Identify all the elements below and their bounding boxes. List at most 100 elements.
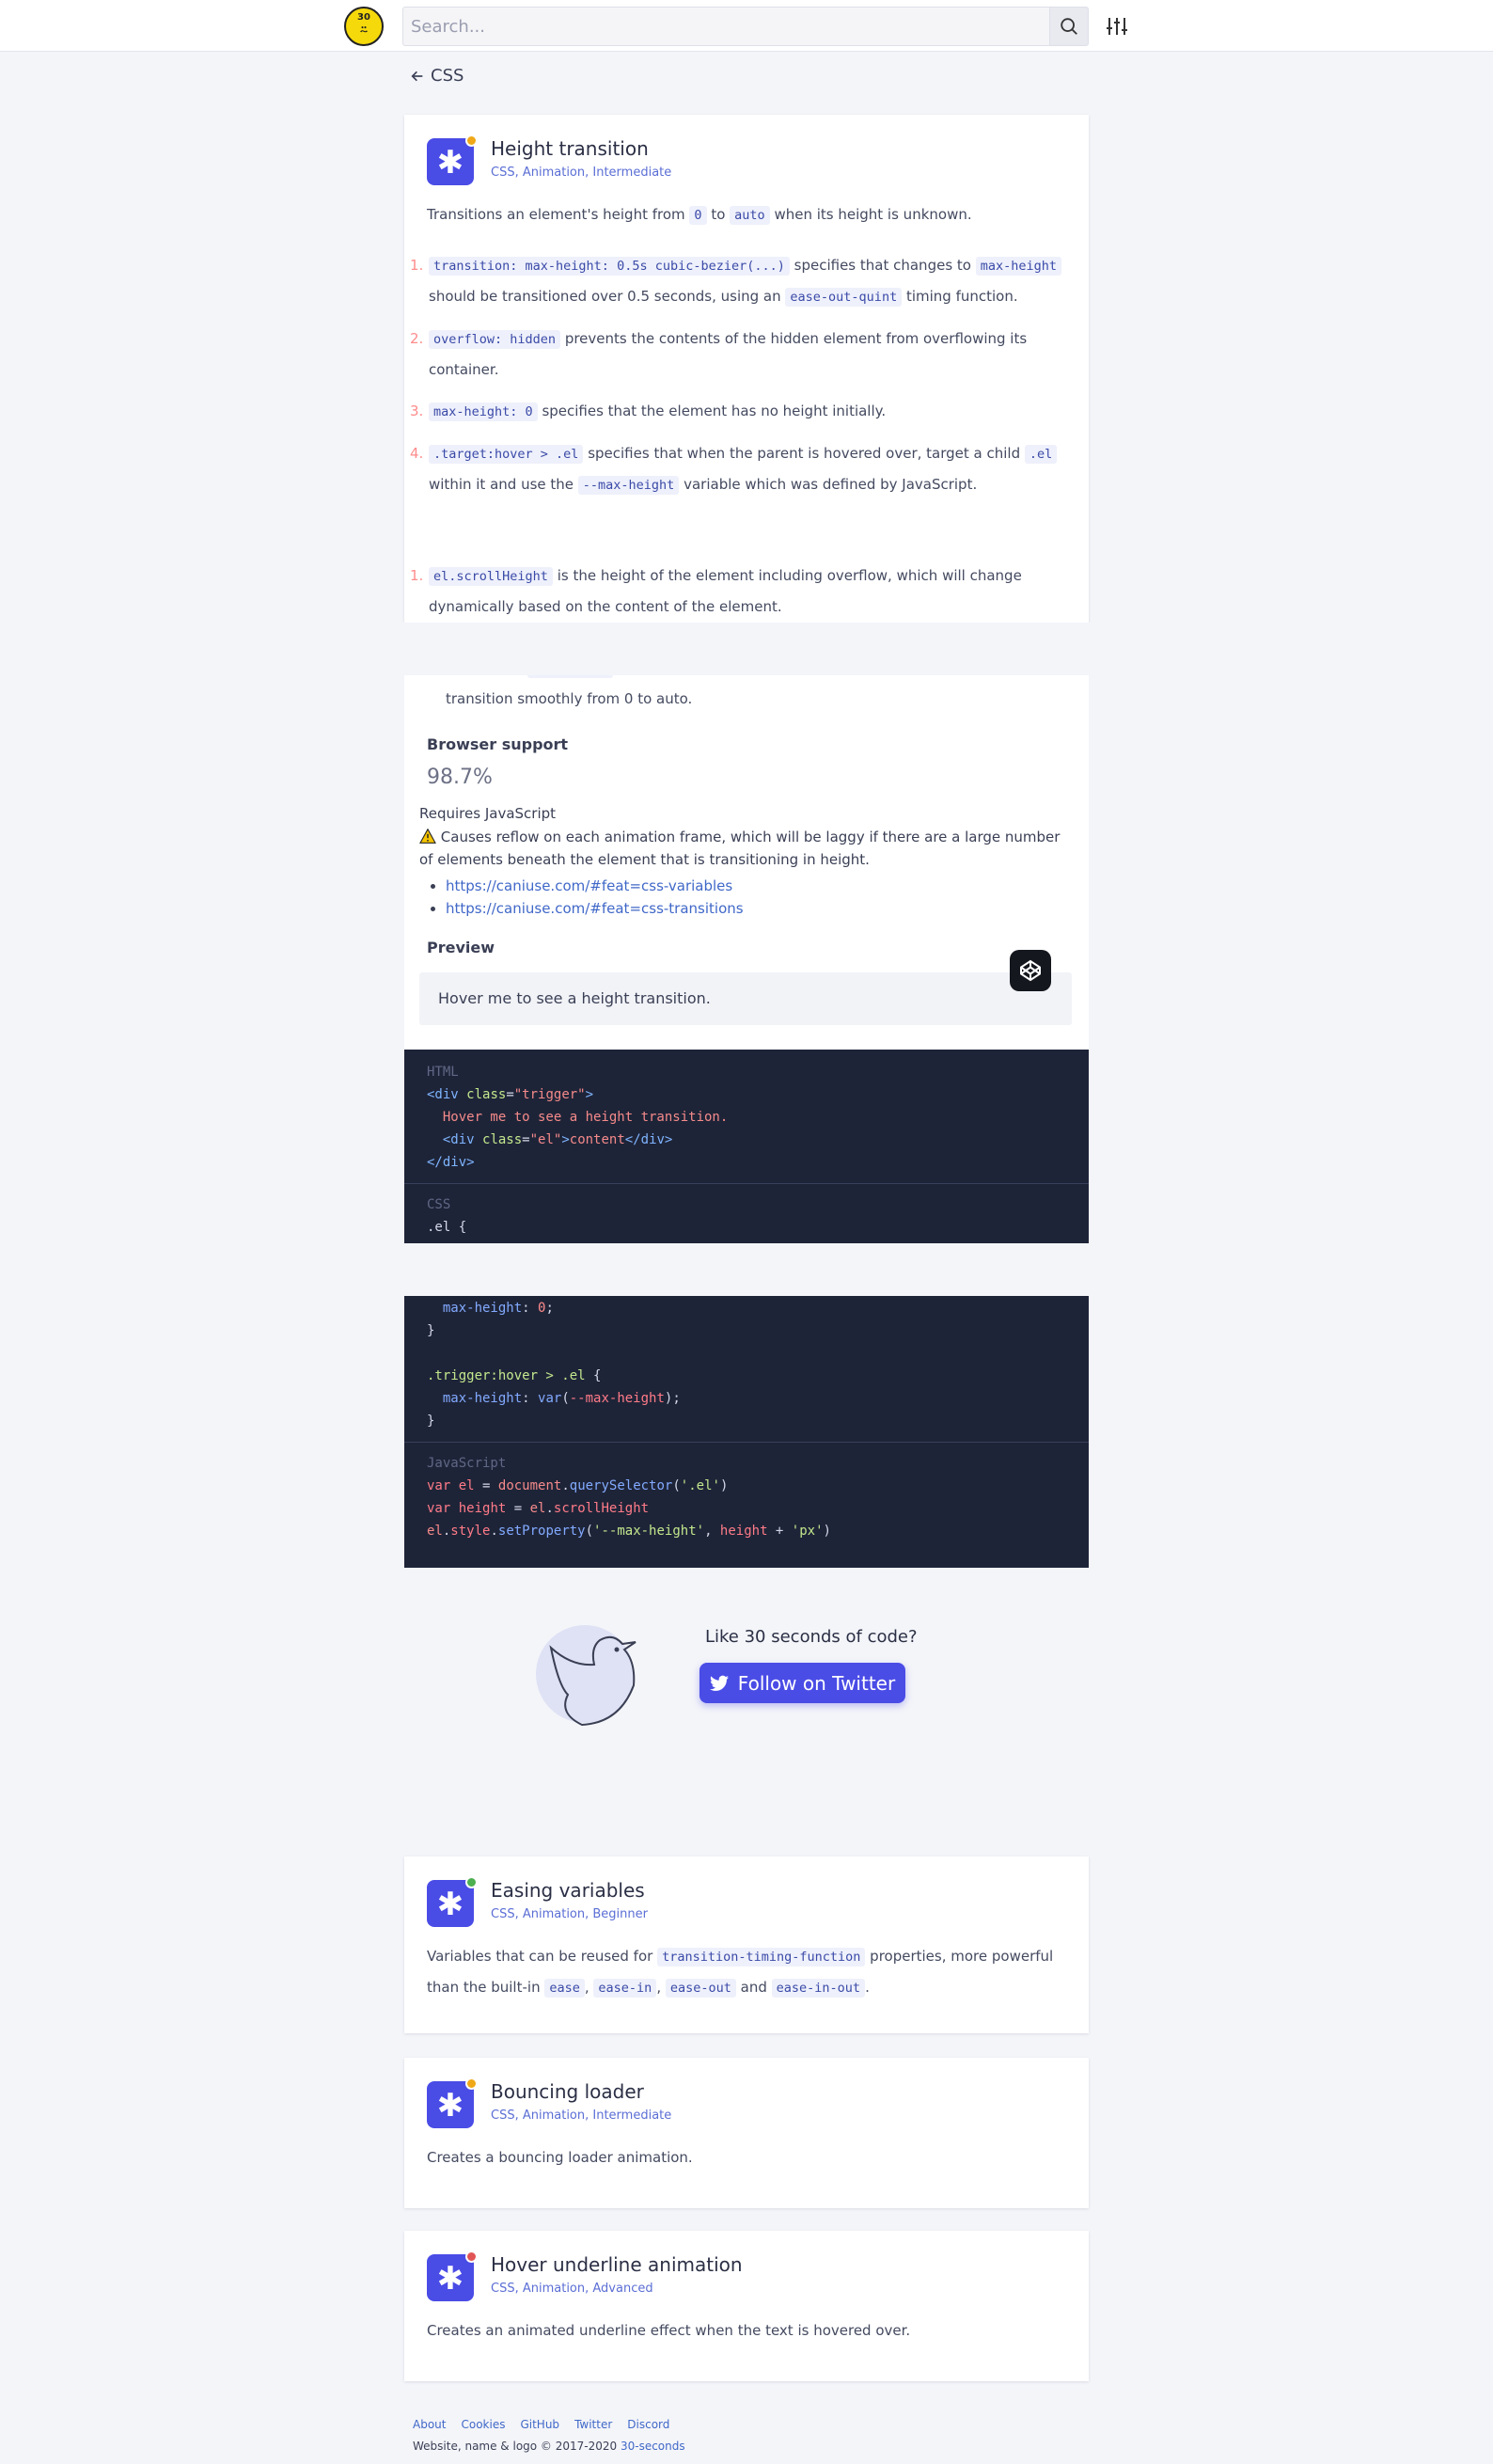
inline-text: Variables that can be reused for	[427, 1948, 658, 1965]
inline-text: should be transitioned over 0.5 seconds,…	[429, 288, 786, 305]
snippet-description: Transitions an element's height from 0 t…	[427, 206, 972, 225]
related-snippet-title[interactable]: Hover underline animation	[491, 2253, 743, 2276]
related-snippet-card[interactable]: ✱ Hover underline animation CSS, Animation…	[404, 2231, 1089, 2381]
related-snippet-tags[interactable]: CSS, Animation, Beginner	[491, 1907, 648, 1921]
inline-code: max-height: 0	[429, 403, 538, 421]
code-label-js: JavaScript	[427, 1456, 507, 1471]
footer-link-cookies[interactable]: Cookies	[461, 2418, 505, 2431]
related-snippet-title[interactable]: Easing variables	[491, 1879, 645, 1902]
search-button[interactable]	[1049, 7, 1089, 46]
code-label-html: HTML	[427, 1065, 459, 1080]
follow-twitter-label: Follow on Twitter	[737, 1671, 896, 1695]
related-snippet-description: Creates a bouncing loader animation.	[427, 2142, 1066, 2172]
related-snippet-description: Variables that can be reused for transit…	[427, 1941, 1066, 2003]
js-code[interactable]: var el = document.querySelector('.el') v…	[404, 1475, 1089, 1542]
filter-button[interactable]	[1102, 11, 1132, 41]
support-link-item: https://caniuse.com/#feat=css-variables	[446, 875, 744, 897]
support-link-item: https://caniuse.com/#feat=css-transition…	[446, 897, 744, 920]
inline-code: transition-timing-function	[657, 1948, 866, 1966]
codepen-button[interactable]	[1010, 950, 1051, 991]
inline-code: --max-height	[577, 476, 680, 495]
related-snippet-description: Creates an animated underline effect whe…	[427, 2315, 1066, 2346]
inline-text: Creates an animated underline effect whe…	[427, 2322, 911, 2339]
snippet-icon: ✱	[427, 134, 478, 185]
footer-link-twitter[interactable]: Twitter	[574, 2418, 612, 2431]
preview-label: Preview	[427, 939, 495, 956]
css-code[interactable]: max-height: 0; } .trigger:hover > .el { …	[404, 1297, 1089, 1432]
promo-question: Like 30 seconds of code?	[705, 1627, 918, 1647]
step-number: 1.	[410, 257, 424, 274]
code-block-css-js: max-height: 0; } .trigger:hover > .el { …	[404, 1296, 1089, 1568]
preview-area[interactable]: Hover me to see a height transition.	[419, 972, 1072, 1025]
inline-text: specifies that the element has no height…	[537, 403, 887, 419]
related-snippet-card[interactable]: ✱ Bouncing loader CSS, Animation, Intermed…	[404, 2058, 1089, 2208]
footer-link-about[interactable]: About	[413, 2418, 446, 2431]
section-gap-top	[0, 623, 1493, 675]
top-bar: 30 ⍨	[0, 0, 1493, 52]
inline-code: overflow: hidden	[429, 330, 561, 349]
footer-links: About Cookies GitHub Twitter Discord	[413, 2418, 669, 2431]
copyright: Website, name & logo © 2017-2020 30-seco…	[413, 2440, 685, 2453]
related-snippet-title[interactable]: Bouncing loader	[491, 2080, 644, 2103]
snippet-tags[interactable]: CSS, Animation, Intermediate	[491, 166, 671, 180]
step-number: 2.	[410, 330, 424, 347]
inline-text: Creates a bouncing loader animation.	[427, 2149, 693, 2166]
step-item: 1. transition: max-height: 0.5s cubic-bez…	[410, 250, 1066, 312]
step-item: 2. overflow: hidden prevents the contents…	[410, 324, 1066, 385]
related-snippet-tags[interactable]: CSS, Animation, Advanced	[491, 2282, 653, 2296]
search-icon	[1061, 18, 1077, 35]
warning-note: Causes reflow on each animation frame, w…	[419, 826, 1077, 871]
inline-text: within it and use the	[429, 476, 578, 493]
site-logo[interactable]: 30 ⍨	[344, 7, 384, 46]
footer-link-github[interactable]: GitHub	[520, 2418, 559, 2431]
snippet-icon: ✱	[427, 2077, 478, 2128]
related-snippet-tags[interactable]: CSS, Animation, Intermediate	[491, 2109, 671, 2123]
inline-code: max-height	[975, 257, 1062, 276]
back-link[interactable]: CSS	[410, 66, 464, 86]
css-steps-list: 1. transition: max-height: 0.5s cubic-bez…	[410, 250, 1066, 512]
browser-support-percentage: 98.7%	[427, 766, 493, 789]
inline-text: variable which was defined by JavaScript…	[679, 476, 978, 493]
sliders-icon	[1107, 18, 1127, 35]
related-snippet-card[interactable]: ✱ Easing variables CSS, Animation, Beginne…	[404, 1856, 1089, 2033]
inline-text: .	[865, 1979, 870, 1996]
inline-code: .el	[1024, 445, 1058, 464]
bird-illustration	[536, 1625, 636, 1727]
snippet-icon: ✱	[427, 2251, 478, 2301]
inline-text: timing function.	[902, 288, 1018, 305]
inline-text: specifies that when the parent is hovere…	[583, 445, 1025, 462]
inline-text: specifies that changes to	[789, 257, 976, 274]
caniuse-css-transitions-link[interactable]: https://caniuse.com/#feat=css-transition…	[446, 900, 744, 917]
step-number: 3.	[410, 403, 424, 419]
inline-code: .target:hover > .el	[429, 445, 584, 464]
inline-text: and	[735, 1979, 772, 1996]
twitter-icon	[709, 1675, 729, 1691]
step-item: 1. el.scrollHeight is the height of the e…	[410, 561, 1066, 622]
snippet-icon: ✱	[427, 1876, 478, 1927]
logo-glyph: ⍨	[359, 22, 369, 39]
snippet-card: ✱ Height transition CSS, Animation, Inte…	[404, 115, 1089, 623]
inline-text: ,	[584, 1979, 594, 1996]
step-item: 4. .target:hover > .el specifies that whe…	[410, 438, 1066, 500]
step-item: 3. max-height: 0 specifies that the eleme…	[410, 396, 1066, 427]
step-number: 4.	[410, 445, 424, 462]
follow-twitter-button[interactable]: Follow on Twitter	[699, 1663, 905, 1703]
warning-text: Causes reflow on each animation frame, w…	[419, 829, 1061, 868]
copyright-text: Website, name & logo © 2017-2020	[413, 2440, 621, 2453]
difficulty-dot	[465, 134, 478, 147]
section-gap-2	[0, 1243, 1493, 1296]
footer-link-discord[interactable]: Discord	[627, 2418, 669, 2431]
browser-support-label: Browser support	[427, 735, 569, 753]
code-label-css: CSS	[427, 1197, 451, 1212]
step-number: 1.	[410, 567, 424, 584]
search-input[interactable]	[403, 8, 1050, 45]
js-steps-list: 1. el.scrollHeight is the height of the e…	[410, 561, 1066, 623]
support-links: https://caniuse.com/#feat=css-variables …	[446, 875, 744, 920]
html-code[interactable]: <div class="trigger"> Hover me to see a …	[404, 1083, 1089, 1174]
back-link-label: CSS	[431, 66, 464, 86]
copyright-link[interactable]: 30-seconds	[621, 2440, 685, 2453]
caniuse-css-variables-link[interactable]: https://caniuse.com/#feat=css-variables	[446, 877, 732, 894]
inline-code: transition: max-height: 0.5s cubic-bezie…	[429, 257, 790, 276]
inline-code: el.scrollHeight	[429, 567, 553, 586]
code-block-html: HTML <div class="trigger"> Hover me to s…	[404, 1050, 1089, 1243]
